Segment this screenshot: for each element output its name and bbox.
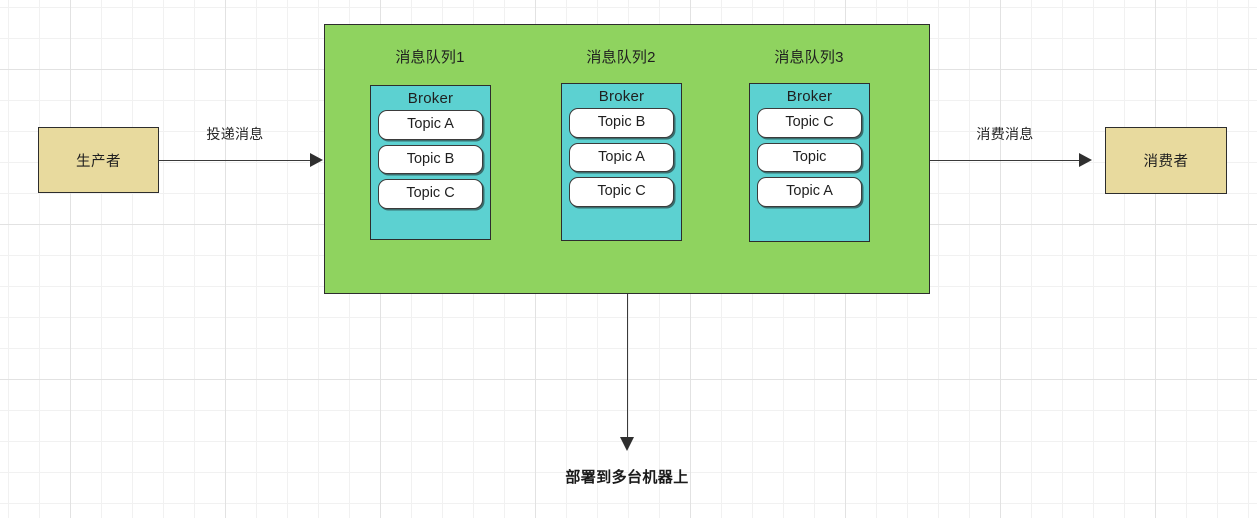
deploy-caption: 部署到多台机器上 <box>565 469 689 486</box>
topic-list-2: Topic B Topic A Topic C <box>562 108 681 213</box>
queue-label-2: 消息队列2 <box>586 49 656 66</box>
producer-node[interactable]: 生产者 <box>38 127 159 193</box>
topic-item[interactable]: Topic C <box>569 177 674 207</box>
deploy-edge-line <box>627 294 628 438</box>
topic-item[interactable]: Topic A <box>378 110 483 140</box>
topic-item[interactable]: Topic C <box>378 179 483 209</box>
message-queue-cluster: 消息队列1 Broker Topic A Topic B Topic C 消息队… <box>324 24 930 294</box>
topic-item[interactable]: Topic <box>757 142 862 172</box>
broker-title-2: Broker <box>598 88 645 105</box>
topic-list-3: Topic C Topic Topic A <box>750 108 869 213</box>
broker-title-3: Broker <box>786 88 833 105</box>
broker-node-3[interactable]: Broker Topic C Topic Topic A <box>749 83 870 242</box>
produce-edge-label: 投递消息 <box>206 126 264 142</box>
queue-label-1: 消息队列1 <box>395 49 465 66</box>
deploy-edge-arrowhead <box>620 437 634 451</box>
consumer-label: 消费者 <box>1143 154 1189 170</box>
produce-edge-line <box>159 160 311 161</box>
queue-label-3: 消息队列3 <box>774 49 844 66</box>
consume-edge-line <box>930 160 1080 161</box>
producer-label: 生产者 <box>76 153 121 170</box>
broker-node-2[interactable]: Broker Topic B Topic A Topic C <box>561 83 682 241</box>
diagram-canvas: 生产者 投递消息 消息队列1 Broker Topic A Topic B To… <box>0 0 1257 518</box>
broker-title-1: Broker <box>407 90 454 107</box>
topic-item[interactable]: Topic A <box>569 142 674 172</box>
topic-item[interactable]: Topic B <box>378 144 483 174</box>
topic-list-1: Topic A Topic B Topic C <box>371 110 490 215</box>
topic-item[interactable]: Topic C <box>757 108 862 138</box>
produce-edge-arrowhead <box>310 153 323 167</box>
consumer-node[interactable]: 消费者 <box>1105 127 1227 194</box>
consume-edge-label: 消费消息 <box>976 126 1034 142</box>
broker-node-1[interactable]: Broker Topic A Topic B Topic C <box>370 85 491 240</box>
topic-item[interactable]: Topic B <box>569 108 674 138</box>
consume-edge-arrowhead <box>1079 153 1092 167</box>
topic-item[interactable]: Topic A <box>757 177 862 207</box>
